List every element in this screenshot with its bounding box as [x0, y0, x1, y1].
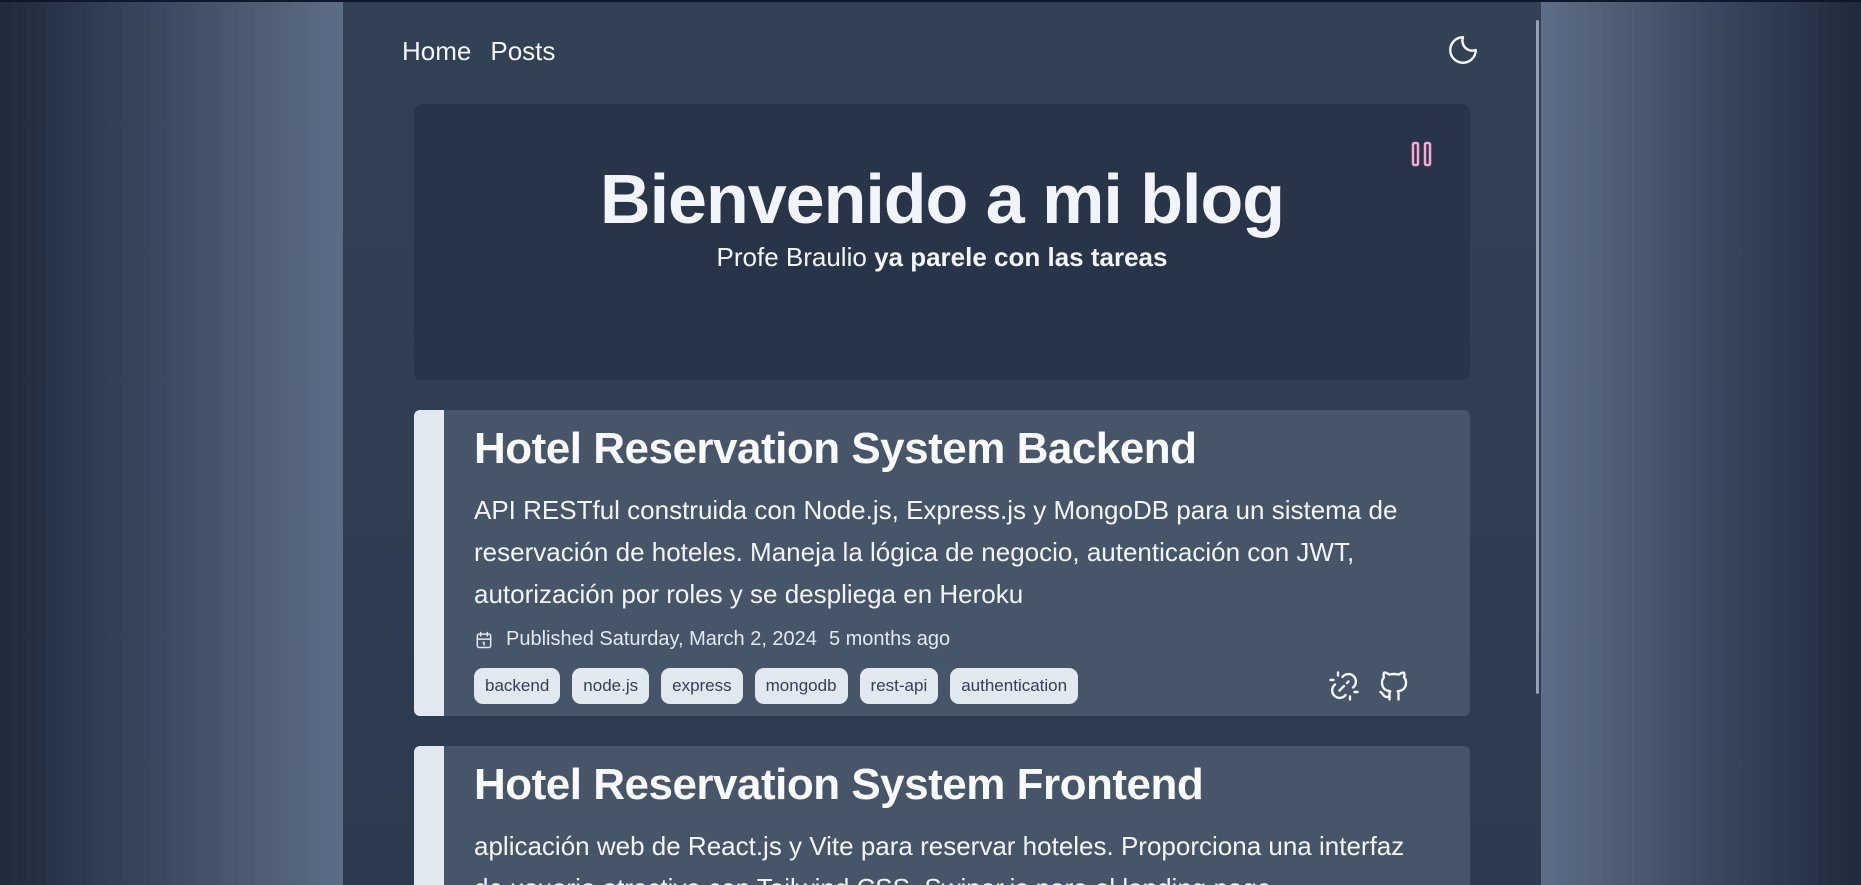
theme-toggle-button[interactable]	[1446, 33, 1480, 67]
scrollbar-thumb[interactable]	[1536, 20, 1539, 694]
post-links	[1326, 668, 1412, 704]
github-icon	[1379, 671, 1408, 701]
demo-link-button[interactable]	[1326, 668, 1362, 704]
right-backdrop	[1541, 2, 1861, 885]
pause-button[interactable]	[1410, 140, 1434, 168]
left-backdrop	[0, 2, 343, 885]
post-tags: backend node.js express mongodb rest-api…	[474, 668, 1079, 704]
hero-banner: Bienvenido a mi blog Profe Braulio ya pa…	[414, 104, 1470, 380]
tag-backend[interactable]: backend	[474, 668, 561, 704]
broken-link-icon	[1329, 671, 1359, 701]
calendar-icon	[476, 631, 492, 648]
tag-mongodb[interactable]: mongodb	[754, 668, 848, 704]
post-meta: Published Saturday, March 2, 2024 5 mont…	[474, 628, 950, 651]
post-title[interactable]: Hotel Reservation System Frontend	[474, 760, 1204, 810]
nav-posts-link[interactable]: Posts	[490, 36, 555, 67]
hero-subtitle: Profe Braulio ya parele con las tareas	[414, 242, 1470, 273]
hero-subtitle-bold: ya parele con las tareas	[874, 242, 1168, 272]
post-accent-bar	[414, 746, 444, 885]
tag-nodejs[interactable]: node.js	[572, 668, 650, 704]
tag-express[interactable]: express	[661, 668, 743, 704]
tag-authentication[interactable]: authentication	[950, 668, 1079, 704]
moon-icon	[1449, 36, 1477, 64]
post-accent-bar	[414, 410, 444, 716]
post-card[interactable]: Hotel Reservation System Frontend aplica…	[414, 746, 1470, 885]
post-card[interactable]: Hotel Reservation System Backend API RES…	[414, 410, 1470, 716]
hero-subtitle-plain: Profe Braulio	[716, 242, 867, 272]
top-nav: Home Posts	[402, 36, 555, 67]
hero-title: Bienvenido a mi blog	[600, 160, 1285, 238]
post-description: API RESTful construida con Node.js, Expr…	[474, 495, 1398, 609]
post-description: aplicación web de React.js y Vite para r…	[474, 831, 1405, 885]
tag-rest-api[interactable]: rest-api	[859, 668, 939, 704]
pause-icon	[1411, 141, 1432, 167]
post-relative-time: 5 months ago	[828, 628, 951, 650]
post-title[interactable]: Hotel Reservation System Backend	[474, 424, 1197, 474]
post-published-date: Published Saturday, March 2, 2024	[506, 628, 817, 650]
nav-home-link[interactable]: Home	[402, 36, 471, 67]
github-link-button[interactable]	[1376, 668, 1412, 704]
